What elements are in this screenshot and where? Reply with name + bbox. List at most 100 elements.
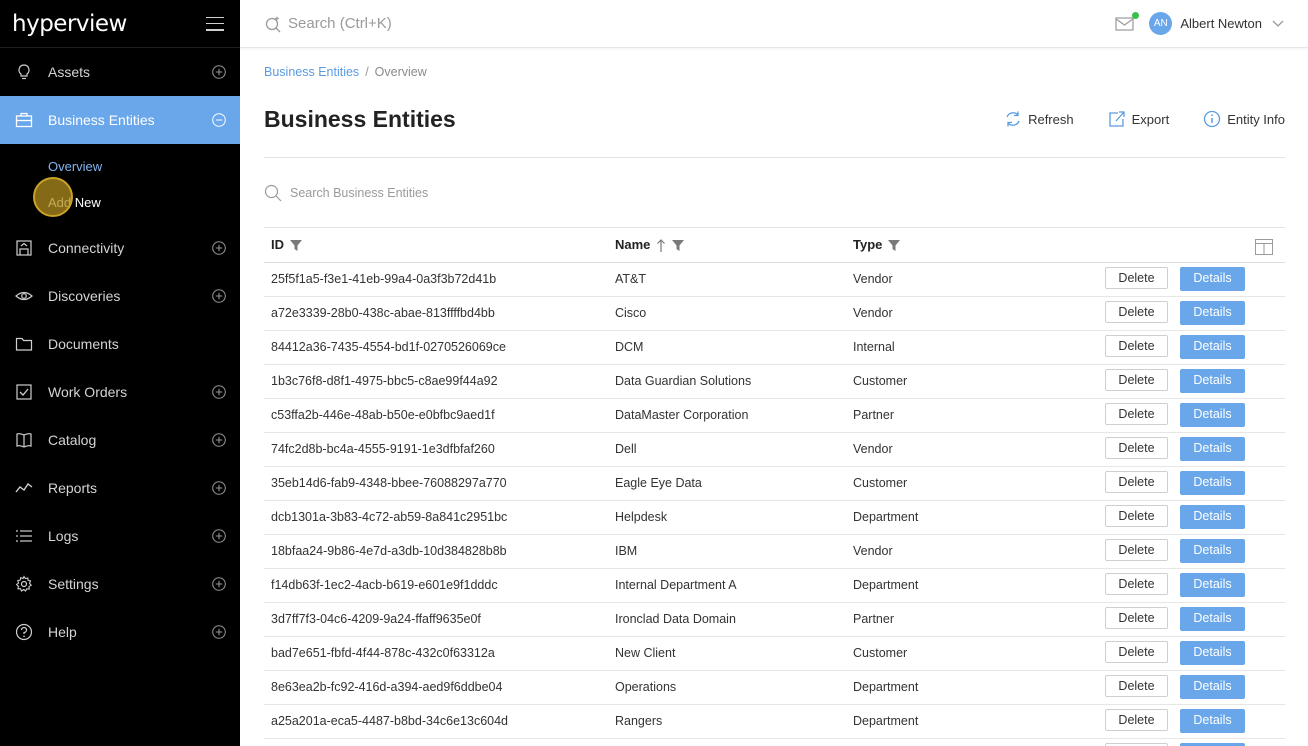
filter-icon[interactable] xyxy=(888,239,901,252)
avatar[interactable]: AN xyxy=(1149,12,1173,35)
sidebar-item-assets[interactable]: Assets xyxy=(0,48,240,96)
sidebar-item-settings[interactable]: Settings xyxy=(0,560,240,608)
filter-icon[interactable] xyxy=(289,239,302,252)
delete-button[interactable]: Delete xyxy=(1105,403,1168,425)
subnav-item-add-new[interactable]: Add New xyxy=(0,184,240,220)
delete-button[interactable]: Delete xyxy=(1105,505,1168,527)
details-button[interactable]: Details xyxy=(1180,675,1245,699)
sidebar-item-help[interactable]: Help xyxy=(0,608,240,656)
sidebar-item-documents[interactable]: Documents xyxy=(0,320,240,368)
column-header-name[interactable]: Name xyxy=(615,228,853,263)
delete-button[interactable]: Delete xyxy=(1105,607,1168,629)
cell-actions: Delete Details xyxy=(1103,330,1285,365)
add-icon[interactable] xyxy=(212,65,226,79)
sidebar-item-discoveries[interactable]: Discoveries xyxy=(0,272,240,320)
column-header-id[interactable]: ID xyxy=(264,228,615,263)
delete-button[interactable]: Delete xyxy=(1105,301,1168,323)
details-button[interactable]: Details xyxy=(1180,267,1245,291)
add-icon[interactable] xyxy=(212,433,226,447)
delete-button[interactable]: Delete xyxy=(1105,675,1168,697)
table-row[interactable]: 1b3c76f8-d8f1-4975-bbc5-c8ae99f44a92 Data… xyxy=(264,364,1285,399)
delete-button[interactable]: Delete xyxy=(1105,335,1168,357)
sidebar-item-work-orders[interactable]: Work Orders xyxy=(0,368,240,416)
delete-button[interactable]: Delete xyxy=(1105,267,1168,289)
details-button[interactable]: Details xyxy=(1180,471,1245,495)
table-row[interactable]: bad7e651-fbfd-4f44-878c-432c0f63312a New … xyxy=(264,636,1285,671)
cell-type: Department xyxy=(853,670,1103,705)
folder-icon xyxy=(14,334,34,354)
hamburger-menu-icon[interactable] xyxy=(206,16,224,31)
export-button[interactable]: Export xyxy=(1108,110,1169,128)
delete-button[interactable]: Delete xyxy=(1105,573,1168,595)
details-button[interactable]: Details xyxy=(1180,369,1245,393)
delete-button[interactable]: Delete xyxy=(1105,641,1168,663)
sidebar-item-logs[interactable]: Logs xyxy=(0,512,240,560)
details-button[interactable]: Details xyxy=(1180,539,1245,563)
breadcrumb-parent[interactable]: Business Entities xyxy=(264,65,359,79)
details-button[interactable]: Details xyxy=(1180,335,1245,359)
delete-button[interactable]: Delete xyxy=(1105,437,1168,459)
delete-button[interactable]: Delete xyxy=(1105,471,1168,493)
chevron-down-icon[interactable] xyxy=(1272,20,1284,28)
entity-search-placeholder: Search Business Entities xyxy=(290,185,429,200)
details-button[interactable]: Details xyxy=(1180,437,1245,461)
user-name[interactable]: Albert Newton xyxy=(1180,16,1262,31)
checklist-icon xyxy=(14,382,34,402)
table-row[interactable]: f14db63f-1ec2-4acb-b619-e601e9f1dddc Inte… xyxy=(264,568,1285,603)
global-search[interactable]: Search (Ctrl+K) xyxy=(264,15,392,33)
column-header-type[interactable]: Type xyxy=(853,228,1103,263)
cell-id: bad7e651-fbfd-4f44-878c-432c0f63312a xyxy=(264,636,615,671)
details-button[interactable]: Details xyxy=(1180,505,1245,529)
cell-actions: Delete Details xyxy=(1103,534,1285,569)
entity-search-input[interactable]: Search Business Entities xyxy=(264,158,1285,228)
cell-actions: Delete Details xyxy=(1103,704,1285,739)
entity-info-button[interactable]: Entity Info xyxy=(1203,110,1285,128)
collapse-icon[interactable] xyxy=(212,113,226,127)
delete-button[interactable]: Delete xyxy=(1105,369,1168,391)
add-icon[interactable] xyxy=(212,289,226,303)
table-row[interactable]: c53ffa2b-446e-48ab-b50e-e0bfbc9aed1f Data… xyxy=(264,398,1285,433)
table-row[interactable]: 40d19f7e-fc42-42f6-848a-4040628e073aSqua… xyxy=(264,738,1285,746)
details-button[interactable]: Details xyxy=(1180,709,1245,733)
details-button[interactable]: Details xyxy=(1180,403,1245,427)
table-row[interactable]: 84412a36-7435-4554-bd1f-0270526069ce DCM I… xyxy=(264,330,1285,365)
table-row[interactable]: 8e63ea2b-fc92-416d-a394-aed9f6ddbe04 Oper… xyxy=(264,670,1285,705)
details-button[interactable]: Details xyxy=(1180,641,1245,665)
cell-name: New Client xyxy=(615,636,853,671)
table-row[interactable]: 25f5f1a5-f3e1-41eb-99a4-0a3f3b72d41b AT&T… xyxy=(264,262,1285,297)
filter-icon[interactable] xyxy=(671,239,684,252)
table-row[interactable]: a72e3339-28b0-438c-abae-813ffffbd4bb Cisc… xyxy=(264,296,1285,331)
table-row[interactable]: dcb1301a-3b83-4c72-ab59-8a841c2951bc Help… xyxy=(264,500,1285,535)
add-icon[interactable] xyxy=(212,577,226,591)
list-icon xyxy=(14,526,34,546)
logo: hyperview xyxy=(12,10,127,37)
add-icon[interactable] xyxy=(212,625,226,639)
sort-ascending-icon[interactable] xyxy=(656,238,666,253)
add-icon[interactable] xyxy=(212,385,226,399)
mail-icon[interactable] xyxy=(1115,11,1140,32)
add-icon[interactable] xyxy=(212,241,226,255)
table-row[interactable]: 35eb14d6-fab9-4348-bbee-76088297a770 Eagl… xyxy=(264,466,1285,501)
sidebar-item-reports[interactable]: Reports xyxy=(0,464,240,512)
add-icon[interactable] xyxy=(212,529,226,543)
cell-actions: Delete Details xyxy=(1103,432,1285,467)
details-button[interactable]: Details xyxy=(1180,607,1245,631)
cell-type: Customer xyxy=(853,466,1103,501)
cell-id: f14db63f-1ec2-4acb-b619-e601e9f1dddc xyxy=(264,568,615,603)
table-row[interactable]: 3d7ff7f3-04c6-4209-9a24-ffaff9635e0f Iron… xyxy=(264,602,1285,637)
table-row[interactable]: 18bfaa24-9b86-4e7d-a3db-10d384828b8b IBM V… xyxy=(264,534,1285,569)
add-icon[interactable] xyxy=(212,481,226,495)
columns-icon[interactable] xyxy=(1255,238,1273,255)
delete-button[interactable]: Delete xyxy=(1105,539,1168,561)
details-button[interactable]: Details xyxy=(1180,301,1245,325)
sidebar-item-business-entities[interactable]: Business Entities xyxy=(0,96,240,144)
table-row[interactable]: 74fc2d8b-bc4a-4555-9191-1e3dfbfaf260 Dell… xyxy=(264,432,1285,467)
delete-button[interactable]: Delete xyxy=(1105,709,1168,731)
details-button[interactable]: Details xyxy=(1180,573,1245,597)
subnav-item-overview[interactable]: Overview xyxy=(0,148,240,184)
refresh-button[interactable]: Refresh xyxy=(1004,110,1074,128)
table-row[interactable]: a25a201a-eca5-4487-b8bd-34c6e13c604d Rang… xyxy=(264,704,1285,739)
cell-name: DCM xyxy=(615,330,853,365)
sidebar-item-catalog[interactable]: Catalog xyxy=(0,416,240,464)
sidebar-item-connectivity[interactable]: Connectivity xyxy=(0,224,240,272)
